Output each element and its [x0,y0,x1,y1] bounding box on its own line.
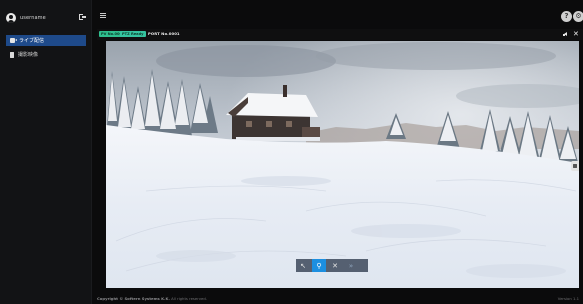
help-icon[interactable]: ? [561,11,572,22]
document-icon [10,51,14,58]
camera-toolbar: ↖ ⚲ ✕ » [296,259,368,272]
live-video-feed[interactable] [106,41,579,288]
viewer-header: PV No.0000 PTZ Ready PORT No.0001 ✕ [97,29,583,40]
expand-icon: » [348,261,354,270]
sidebar-item-recordings[interactable]: 撮影映像 [6,49,86,60]
app-root: username ライブ配信 撮影映像 ? ⚙ PV No.0000 PTZ R… [0,0,583,304]
user-panel: username [6,11,86,25]
version-text: Version 1.1 [557,296,579,301]
location-pin-icon: ⚲ [316,261,322,270]
snow-scene-image [106,41,579,288]
sidebar-nav: ライブ配信 撮影映像 [6,35,86,63]
volume-icon[interactable] [563,32,568,37]
pointer-tool-button[interactable]: ↖ [296,259,310,272]
video-camera-icon [10,38,17,43]
top-bar: ? ⚙ [92,0,583,30]
company-name: Copyright © Softern Systems K.K. [97,296,170,301]
avatar-icon [6,13,16,23]
footer: Copyright © Softern Systems K.K. All rig… [97,293,583,304]
sidebar-item-label: 撮影映像 [18,52,39,58]
copyright-text: Copyright © Softern Systems K.K. All rig… [97,296,207,301]
status-badge: PTZ Ready [120,31,146,37]
sidebar-item-live[interactable]: ライブ配信 [6,35,86,46]
sidebar-item-label: ライブ配信 [19,38,45,44]
side-panel-toggle-icon[interactable] [571,161,579,171]
pointer-icon: ↖ [300,261,306,270]
username: username [20,15,46,21]
expand-tool-button[interactable]: » [344,259,358,272]
camera-label: PORT No.0001 [148,31,180,36]
rights-text: All rights reserved. [169,296,208,301]
clear-tool-button[interactable]: ✕ [328,259,342,272]
menu-toggle-icon[interactable] [100,13,106,18]
sidebar: username ライブ配信 撮影映像 [0,0,92,304]
close-icon: ✕ [332,261,338,270]
location-tool-button[interactable]: ⚲ [312,259,326,272]
close-icon[interactable]: ✕ [573,30,579,39]
settings-icon[interactable]: ⚙ [573,11,583,22]
logout-icon[interactable] [79,14,86,20]
